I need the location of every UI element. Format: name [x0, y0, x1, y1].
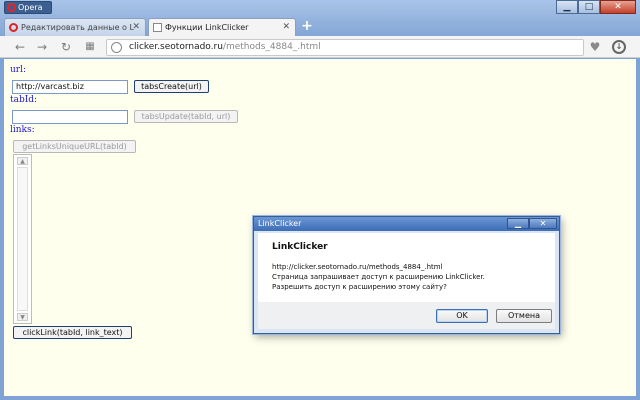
- document-icon: [153, 23, 162, 32]
- tab-title: Редактировать данные о L: [21, 23, 134, 32]
- links-listbox[interactable]: ▲ ▼: [13, 154, 32, 324]
- download-icon[interactable]: ↓: [612, 40, 626, 54]
- dialog-url-line: http://clicker.seotornado.ru/methods_488…: [272, 263, 443, 271]
- scrollbar-track[interactable]: [17, 167, 28, 311]
- opera-logo-icon: [7, 3, 16, 12]
- click-link-button[interactable]: clickLink(tabId, link_text): [13, 326, 132, 339]
- tabid-label: tabId:: [10, 95, 38, 105]
- bookmark-heart-icon[interactable]: ♥: [586, 40, 604, 54]
- new-tab-button[interactable]: +: [300, 18, 314, 34]
- opera-menu-button[interactable]: Opera: [4, 1, 52, 14]
- reload-icon[interactable]: ↻: [58, 39, 74, 55]
- tabid-input[interactable]: [12, 110, 128, 124]
- address-path: /methods_4884_.html: [222, 42, 321, 52]
- address-bar[interactable]: clicker.seotornado.ru/methods_4884_.html: [106, 39, 584, 56]
- close-tab-icon[interactable]: ✕: [132, 19, 140, 36]
- back-icon[interactable]: ←: [12, 39, 28, 55]
- scroll-up-icon[interactable]: ▲: [17, 157, 28, 165]
- navigation-toolbar: ← → ↻ ▦ clicker.seotornado.ru/methods_48…: [0, 36, 640, 58]
- tabs-update-button[interactable]: tabsUpdate(tabId, url): [134, 110, 238, 123]
- browser-window: Opera ▁ □ ✕ Редактировать данные о L ✕ Ф…: [0, 0, 640, 400]
- dialog-question-line: Разрешить доступ к расширению этому сайт…: [272, 283, 447, 291]
- dialog-window-controls: ▁ ✕: [507, 218, 557, 229]
- ok-button[interactable]: OK: [436, 309, 488, 323]
- dialog-request-line: Страница запрашивает доступ к расширению…: [272, 273, 485, 281]
- window-controls: ▁ □ ✕: [556, 0, 636, 15]
- minimize-icon[interactable]: ▁: [556, 0, 578, 14]
- dialog-heading: LinkClicker: [272, 242, 328, 252]
- address-domain: clicker.seotornado.ru: [129, 42, 223, 52]
- dialog-body: LinkClicker http://clicker.seotornado.ru…: [258, 233, 555, 302]
- links-label: links:: [10, 125, 35, 135]
- opera-icon: [9, 23, 18, 32]
- title-bar: Opera ▁ □ ✕: [0, 0, 640, 16]
- scroll-down-icon[interactable]: ▼: [17, 313, 28, 321]
- forward-icon[interactable]: →: [34, 39, 50, 55]
- maximize-icon[interactable]: □: [578, 0, 600, 14]
- speed-dial-icon[interactable]: ▦: [82, 39, 98, 55]
- tab-title: Функции LinkClicker: [165, 23, 249, 32]
- tab-strip: Редактировать данные о L ✕ Функции LinkC…: [0, 16, 640, 37]
- close-tab-icon[interactable]: ✕: [282, 19, 290, 36]
- dialog-title-bar: LinkClicker ▁ ✕: [254, 217, 559, 231]
- tab-linkclicker-functions[interactable]: Функции LinkClicker ✕: [148, 18, 296, 37]
- tabs-create-button[interactable]: tabsCreate(url): [134, 80, 209, 93]
- url-input[interactable]: http://varcast.biz: [12, 80, 128, 94]
- minimize-icon[interactable]: ▁: [507, 218, 529, 229]
- close-icon[interactable]: ✕: [600, 0, 636, 14]
- close-icon[interactable]: ✕: [529, 218, 557, 229]
- opera-menu-label: Opera: [18, 3, 43, 12]
- tab-edit-data[interactable]: Редактировать данные о L ✕: [4, 18, 146, 37]
- globe-icon: [111, 42, 122, 53]
- dialog-title: LinkClicker: [258, 219, 302, 228]
- dialog-footer: OK Отмена: [258, 302, 555, 329]
- cancel-button[interactable]: Отмена: [496, 309, 552, 323]
- url-label: url:: [10, 65, 27, 75]
- permission-dialog: LinkClicker ▁ ✕ LinkClicker http://click…: [253, 216, 560, 334]
- get-links-button[interactable]: getLinksUniqueURL(tabId): [13, 140, 136, 153]
